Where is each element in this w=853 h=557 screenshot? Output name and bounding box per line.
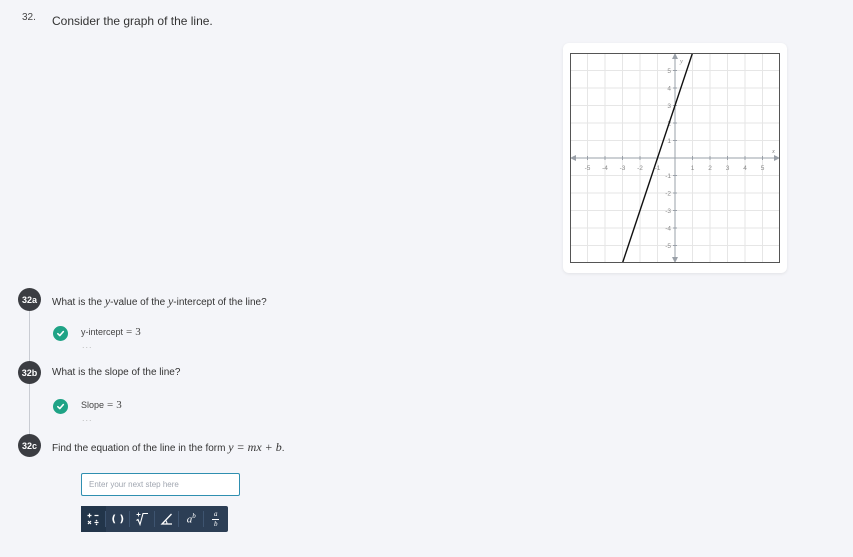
step-badge-32a: 32a bbox=[18, 288, 41, 311]
y-tick-label: 4 bbox=[667, 86, 671, 93]
roots-button[interactable] bbox=[130, 506, 155, 532]
angle-icon bbox=[160, 513, 172, 525]
next-step-input[interactable] bbox=[81, 473, 240, 496]
formula: y = mx + b bbox=[228, 440, 282, 454]
angle-button[interactable] bbox=[155, 506, 179, 532]
step-badge-32c: 32c bbox=[18, 434, 41, 457]
x-axis-label: x bbox=[771, 148, 775, 155]
y-tick-label: -4 bbox=[665, 226, 671, 233]
parentheses-icon: ( ) bbox=[111, 513, 125, 525]
question-text: Consider the graph of the line. bbox=[52, 14, 213, 28]
x-tick-label: -4 bbox=[602, 165, 608, 172]
step-32c-prompt: Find the equation of the line in the for… bbox=[52, 440, 285, 454]
x-tick-label: 2 bbox=[708, 165, 712, 172]
answer-equals: = bbox=[107, 399, 114, 411]
y-tick-label: -1 bbox=[665, 173, 671, 180]
x-tick-label: -2 bbox=[637, 165, 643, 172]
step-badge-32b: 32b bbox=[18, 361, 41, 384]
answer-equals: = bbox=[126, 326, 133, 338]
y-tick-label: 1 bbox=[667, 138, 671, 145]
parentheses-button[interactable]: ( ) bbox=[106, 506, 130, 532]
y-tick-label: 3 bbox=[667, 103, 671, 110]
step-32a-prompt: What is the y-value of the y-intercept o… bbox=[52, 294, 267, 308]
plus-minus-times-divide-icon bbox=[87, 513, 99, 526]
answer-value: 3 bbox=[135, 326, 141, 338]
x-tick-label: 5 bbox=[761, 165, 765, 172]
fraction-icon: a b bbox=[212, 509, 220, 528]
y-tick-label: -3 bbox=[665, 208, 671, 215]
exponent-button[interactable]: ab bbox=[179, 506, 204, 532]
x-tick-label: 1 bbox=[691, 165, 695, 172]
operators-button[interactable] bbox=[81, 506, 106, 532]
line-graph: -5-4-3-2-11234554321-1-2-3-4-5xy bbox=[570, 53, 780, 263]
step-32a-answer[interactable]: y-intercept = 3 bbox=[81, 326, 141, 338]
y-tick-label: -2 bbox=[665, 191, 671, 198]
step-32b-answer[interactable]: Slope = 3 bbox=[81, 399, 122, 411]
x-tick-label: -5 bbox=[585, 165, 591, 172]
x-tick-label: 3 bbox=[726, 165, 730, 172]
step-32b-more[interactable]: ... bbox=[82, 413, 93, 423]
math-toolbar: ( ) ab a b bbox=[81, 506, 228, 532]
y-tick-label: -5 bbox=[665, 243, 671, 250]
graph-card: -5-4-3-2-11234554321-1-2-3-4-5xy bbox=[563, 43, 787, 273]
answer-value: 3 bbox=[116, 399, 122, 411]
y-tick-label: 5 bbox=[667, 68, 671, 75]
fraction-button[interactable]: a b bbox=[204, 506, 229, 532]
exponent-icon: ab bbox=[186, 512, 196, 526]
check-icon bbox=[53, 326, 68, 341]
step-32a-more[interactable]: ... bbox=[82, 340, 93, 350]
check-icon bbox=[53, 399, 68, 414]
y-axis-label: y bbox=[679, 58, 683, 65]
question-number: 32. bbox=[22, 12, 36, 23]
step-32b-prompt: What is the slope of the line? bbox=[52, 367, 181, 378]
x-tick-label: 4 bbox=[743, 165, 747, 172]
x-tick-label: -3 bbox=[620, 165, 626, 172]
answer-label: Slope bbox=[81, 400, 105, 410]
root-icon bbox=[136, 512, 149, 526]
answer-label: y-intercept bbox=[81, 327, 124, 337]
